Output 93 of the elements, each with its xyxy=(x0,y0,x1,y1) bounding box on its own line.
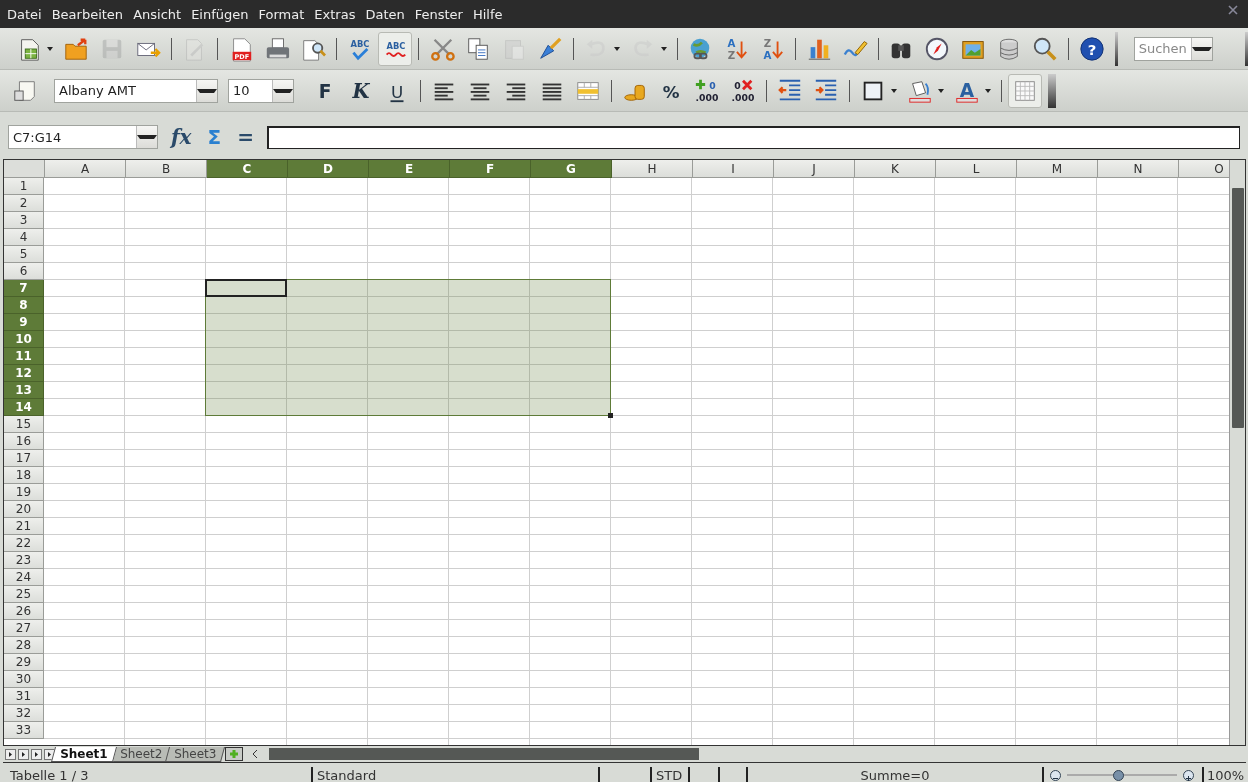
menu-item[interactable]: Datei xyxy=(2,6,47,22)
row-header[interactable]: 25 xyxy=(4,586,44,603)
row-header[interactable]: 29 xyxy=(4,654,44,671)
zoom-out-button[interactable] xyxy=(1050,769,1061,781)
sheet-tab[interactable]: Sheet3 xyxy=(164,746,226,762)
toolbar-overflow-handle[interactable] xyxy=(1048,73,1056,108)
plus-icon xyxy=(1184,773,1193,782)
zoom-in-button[interactable] xyxy=(1183,769,1194,781)
menu-item[interactable]: Fenster xyxy=(409,6,468,22)
cell-grid[interactable] xyxy=(44,178,1229,745)
row-header[interactable]: 15 xyxy=(4,416,44,433)
row-header[interactable]: 32 xyxy=(4,705,44,722)
row-header[interactable]: 31 xyxy=(4,688,44,705)
sheet-nav-button[interactable] xyxy=(5,748,16,760)
column-header[interactable]: K xyxy=(855,160,936,178)
row-header[interactable]: 20 xyxy=(4,501,44,518)
row-header[interactable]: 11 xyxy=(4,348,44,365)
column-header[interactable]: G xyxy=(531,160,612,178)
column-header[interactable]: L xyxy=(936,160,1017,178)
row-header[interactable]: 23 xyxy=(4,552,44,569)
row-header[interactable]: 22 xyxy=(4,535,44,552)
row-header[interactable]: 18 xyxy=(4,467,44,484)
function-wizard-button[interactable]: fx xyxy=(168,125,195,149)
row-header[interactable]: 17 xyxy=(4,450,44,467)
row-header[interactable]: 27 xyxy=(4,620,44,637)
row-header[interactable]: 30 xyxy=(4,671,44,688)
vertical-scrollbar[interactable] xyxy=(1229,160,1245,745)
menu-item[interactable]: Format xyxy=(253,6,310,22)
row-header[interactable]: 9 xyxy=(4,314,44,331)
row-header[interactable]: 26 xyxy=(4,603,44,620)
scroll-left-icon[interactable] xyxy=(251,749,260,759)
toolbar-button[interactable]: A xyxy=(950,73,995,108)
row-header[interactable]: 6 xyxy=(4,263,44,280)
row-header[interactable]: 8 xyxy=(4,297,44,314)
font-name-field[interactable]: Albany AMT xyxy=(54,78,218,103)
column-header[interactable]: N xyxy=(1098,160,1179,178)
sheet-nav-button[interactable] xyxy=(31,748,42,760)
column-header[interactable]: O xyxy=(1179,160,1229,178)
name-box[interactable]: C7:G14 xyxy=(8,125,158,149)
row-header[interactable]: 2 xyxy=(4,195,44,212)
menu-item[interactable]: Einfügen xyxy=(186,6,254,22)
row-header[interactable]: 13 xyxy=(4,382,44,399)
toolbar-overflow-handle[interactable] xyxy=(1114,31,1118,66)
selection-mode-label: STD xyxy=(652,767,690,782)
toolbar-overflow-handle[interactable] xyxy=(1244,31,1248,66)
menu-item[interactable]: Bearbeiten xyxy=(46,6,129,22)
caret-icon[interactable] xyxy=(891,88,897,93)
column-header[interactable]: H xyxy=(612,160,693,178)
formula-input-field[interactable] xyxy=(266,125,1240,149)
row-header[interactable]: 4 xyxy=(4,229,44,246)
column-header[interactable]: B xyxy=(126,160,207,178)
search-field[interactable]: Suchen xyxy=(1133,36,1213,61)
row-header[interactable]: 12 xyxy=(4,365,44,382)
row-header[interactable]: 16 xyxy=(4,433,44,450)
row-header[interactable]: 28 xyxy=(4,637,44,654)
column-header[interactable]: I xyxy=(693,160,774,178)
sheet-indicator: Tabelle 1 / 3 xyxy=(0,767,313,782)
font-size-field[interactable]: 10 xyxy=(228,78,294,103)
row-header[interactable]: 7 xyxy=(4,280,44,297)
sum-label: Summe=0 xyxy=(748,767,1044,782)
row-header[interactable]: 1 xyxy=(4,178,44,195)
fill-handle[interactable] xyxy=(608,413,613,418)
column-header[interactable]: E xyxy=(369,160,450,178)
column-header[interactable]: M xyxy=(1017,160,1098,178)
add-sheet-icon[interactable] xyxy=(225,747,244,761)
menu-item[interactable]: Hilfe xyxy=(467,6,508,22)
column-header[interactable]: D xyxy=(288,160,369,178)
magnifier-icon xyxy=(1032,35,1059,62)
row-header[interactable]: 21 xyxy=(4,518,44,535)
column-header[interactable]: J xyxy=(774,160,855,178)
row-header[interactable]: 33 xyxy=(4,722,44,739)
column-header[interactable]: F xyxy=(450,160,531,178)
page-style-label: Standard xyxy=(313,767,600,782)
function-button[interactable]: = xyxy=(234,125,257,149)
row-header[interactable]: 24 xyxy=(4,569,44,586)
column-header[interactable]: C xyxy=(207,160,288,178)
row-header[interactable]: 3 xyxy=(4,212,44,229)
caret-icon[interactable] xyxy=(985,88,991,93)
zoom-percentage: 100% xyxy=(1206,767,1245,782)
row-header[interactable]: 10 xyxy=(4,331,44,348)
row-header[interactable]: 14 xyxy=(4,399,44,416)
menu-item[interactable]: Extras xyxy=(309,6,361,22)
compass-icon xyxy=(924,35,951,62)
caret-icon[interactable] xyxy=(47,46,53,51)
caret-icon[interactable] xyxy=(938,88,944,93)
column-header[interactable]: A xyxy=(45,160,126,178)
row-header[interactable]: 19 xyxy=(4,484,44,501)
sheet-tab[interactable]: Sheet1 xyxy=(51,746,117,762)
menu-item[interactable]: Ansicht xyxy=(128,6,187,22)
close-icon[interactable] xyxy=(1228,5,1238,15)
sheet-nav-button[interactable] xyxy=(18,748,29,760)
row-header[interactable]: 5 xyxy=(4,246,44,263)
menu-item[interactable]: Daten xyxy=(360,6,410,22)
